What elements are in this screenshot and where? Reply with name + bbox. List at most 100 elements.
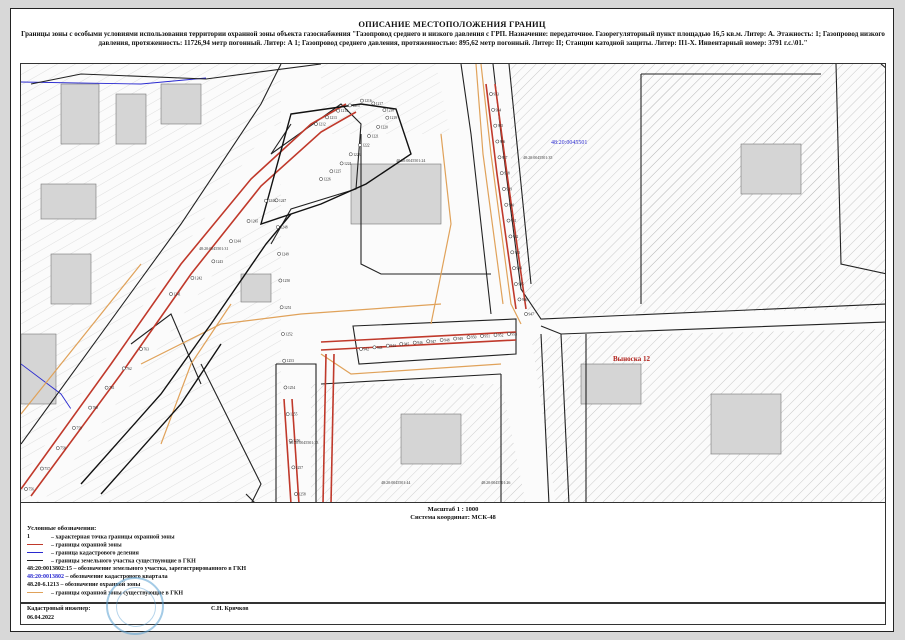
boundary-point-label: 937 bbox=[502, 156, 508, 160]
boundary-point-label: 945 bbox=[404, 342, 410, 346]
boundary-point-marker[interactable] bbox=[493, 123, 498, 128]
boundary-point-marker[interactable] bbox=[508, 234, 513, 239]
boundary-point-marker[interactable] bbox=[190, 276, 195, 280]
boundary-point-marker[interactable] bbox=[399, 342, 404, 346]
boundary-point-label: 951 bbox=[485, 334, 491, 338]
boundary-point-marker[interactable] bbox=[279, 305, 284, 310]
boundary-point-marker[interactable] bbox=[504, 202, 509, 207]
boundary-point-label: 761 bbox=[109, 386, 115, 390]
boundary-point-label: 1213 bbox=[330, 116, 337, 120]
boundary-point-marker[interactable] bbox=[499, 171, 504, 175]
boundary-point-marker[interactable] bbox=[480, 334, 484, 338]
cadastral-map[interactable]: 1212 1213 1214 1215 1216 1217 1218 1219 1220 1221… bbox=[20, 63, 886, 503]
boundary-point-marker[interactable] bbox=[382, 108, 387, 112]
boundary-point-marker[interactable] bbox=[491, 107, 495, 112]
boundary-point-marker[interactable] bbox=[439, 338, 444, 342]
boundary-point-marker[interactable] bbox=[211, 259, 216, 264]
zone-existing-symbol bbox=[27, 589, 51, 597]
cadastral-line-symbol bbox=[27, 549, 51, 557]
boundary-point-marker[interactable] bbox=[339, 161, 344, 166]
boundary-point-marker[interactable] bbox=[376, 124, 381, 129]
boundary-point-marker[interactable] bbox=[278, 278, 283, 283]
boundary-point-marker[interactable] bbox=[358, 143, 362, 147]
boundary-point-marker[interactable] bbox=[495, 139, 500, 144]
boundary-point-marker[interactable] bbox=[506, 218, 511, 223]
boundary-point-marker[interactable] bbox=[348, 103, 352, 108]
boundary-point-label: 1257 bbox=[296, 466, 303, 470]
boundary-point-label: 945 bbox=[518, 283, 524, 287]
boundary-point-marker[interactable] bbox=[88, 405, 92, 410]
boundary-point-marker[interactable] bbox=[372, 345, 377, 350]
boundary-point-marker[interactable] bbox=[277, 251, 281, 256]
boundary-point-label: 944 bbox=[517, 267, 523, 271]
parcel-label-2: 48:20:0045501:35 bbox=[523, 155, 552, 160]
boundary-point-marker[interactable] bbox=[348, 152, 353, 157]
boundary-point-marker[interactable] bbox=[282, 358, 287, 363]
boundary-point-label: 1249 bbox=[282, 252, 289, 256]
boundary-point-marker[interactable] bbox=[229, 239, 233, 244]
boundary-point-label: 759 bbox=[76, 426, 82, 430]
boundary-point-label: 938 bbox=[504, 172, 510, 176]
boundary-point-label: 1258 bbox=[299, 493, 306, 497]
parcel-label-6: 48:20:0045501:26 bbox=[481, 480, 510, 485]
extract-label[interactable]: Выноска 12 bbox=[613, 355, 650, 363]
boundary-point-marker[interactable] bbox=[426, 339, 431, 344]
boundary-point-marker[interactable] bbox=[55, 446, 60, 450]
boundary-point-marker[interactable] bbox=[512, 266, 516, 271]
map-canvas[interactable]: 1212 1213 1214 1215 1216 1217 1218 1219 1220 1221… bbox=[21, 64, 886, 503]
boundary-point-marker[interactable] bbox=[514, 282, 518, 286]
boundary-point-marker[interactable] bbox=[359, 347, 363, 351]
boundary-point-marker[interactable] bbox=[466, 335, 471, 340]
boundary-point-marker[interactable] bbox=[291, 465, 296, 470]
boundary-point-label: 943 bbox=[515, 251, 521, 255]
boundary-point-marker[interactable] bbox=[104, 385, 109, 390]
boundary-point-marker[interactable] bbox=[489, 92, 493, 96]
page-title: ОПИСАНИЕ МЕСТОПОЛОЖЕНИЯ ГРАНИЦ bbox=[358, 19, 546, 29]
boundary-point-marker[interactable] bbox=[412, 340, 417, 345]
boundary-point-label: 1246 bbox=[268, 199, 275, 203]
boundary-point-marker[interactable] bbox=[121, 366, 126, 371]
boundary-point-marker[interactable] bbox=[319, 177, 323, 181]
boundary-point-marker[interactable] bbox=[502, 187, 506, 191]
boundary-point-marker[interactable] bbox=[336, 108, 341, 113]
boundary-point-marker[interactable] bbox=[246, 219, 251, 223]
boundary-point-marker[interactable] bbox=[517, 297, 522, 302]
boundary-point-marker[interactable] bbox=[493, 333, 498, 337]
boundary-point-marker[interactable] bbox=[325, 115, 329, 120]
boundary-point-marker[interactable] bbox=[283, 385, 288, 390]
boundary-point-marker[interactable] bbox=[360, 98, 364, 103]
boundary-point-marker[interactable] bbox=[385, 115, 390, 120]
parcel-label-5: 48:20:0045501:44 bbox=[381, 480, 410, 485]
boundary-point-marker[interactable] bbox=[169, 292, 173, 296]
boundary-point-marker[interactable] bbox=[497, 155, 502, 160]
boundary-point-marker[interactable] bbox=[281, 332, 285, 336]
boundary-point-marker[interactable] bbox=[385, 343, 390, 348]
boundary-point-marker[interactable] bbox=[40, 466, 44, 471]
boundary-point-marker[interactable] bbox=[524, 312, 528, 316]
boundary-point-marker[interactable] bbox=[24, 487, 28, 491]
engineer-title: Кадастровый инженер: bbox=[27, 606, 91, 612]
boundary-point-marker[interactable] bbox=[274, 198, 279, 203]
boundary-point-marker[interactable] bbox=[314, 122, 318, 126]
boundary-point-marker[interactable] bbox=[285, 412, 290, 416]
boundary-point-label: 946 bbox=[417, 341, 423, 345]
boundary-point-label: 756 bbox=[29, 488, 35, 492]
boundary-point-label: 1245 bbox=[251, 220, 258, 224]
boundary-point-marker[interactable] bbox=[329, 169, 334, 174]
boundary-point-marker[interactable] bbox=[264, 198, 268, 203]
boundary-point-marker[interactable] bbox=[72, 426, 76, 430]
boundary-point-marker[interactable] bbox=[294, 492, 298, 496]
boundary-point-marker[interactable] bbox=[275, 225, 280, 229]
boundary-point-marker[interactable] bbox=[139, 347, 143, 351]
boundary-point-marker[interactable] bbox=[371, 101, 376, 106]
boundary-point-marker[interactable] bbox=[510, 250, 515, 255]
boundary-point-label: 1216 bbox=[364, 99, 371, 103]
boundary-point-label: 944 bbox=[390, 344, 396, 348]
boundary-point-marker[interactable] bbox=[453, 336, 457, 341]
boundary-point-marker[interactable] bbox=[507, 332, 511, 336]
boundary-point-label: 948 bbox=[444, 338, 450, 342]
legend-row-cadastral: – граница кадастрового деления bbox=[27, 549, 139, 557]
boundary-point-label: 1255 bbox=[290, 413, 297, 417]
document-sheet: ОПИСАНИЕ МЕСТОПОЛОЖЕНИЯ ГРАНИЦ Границы з… bbox=[10, 8, 894, 635]
boundary-point-marker[interactable] bbox=[367, 134, 371, 138]
